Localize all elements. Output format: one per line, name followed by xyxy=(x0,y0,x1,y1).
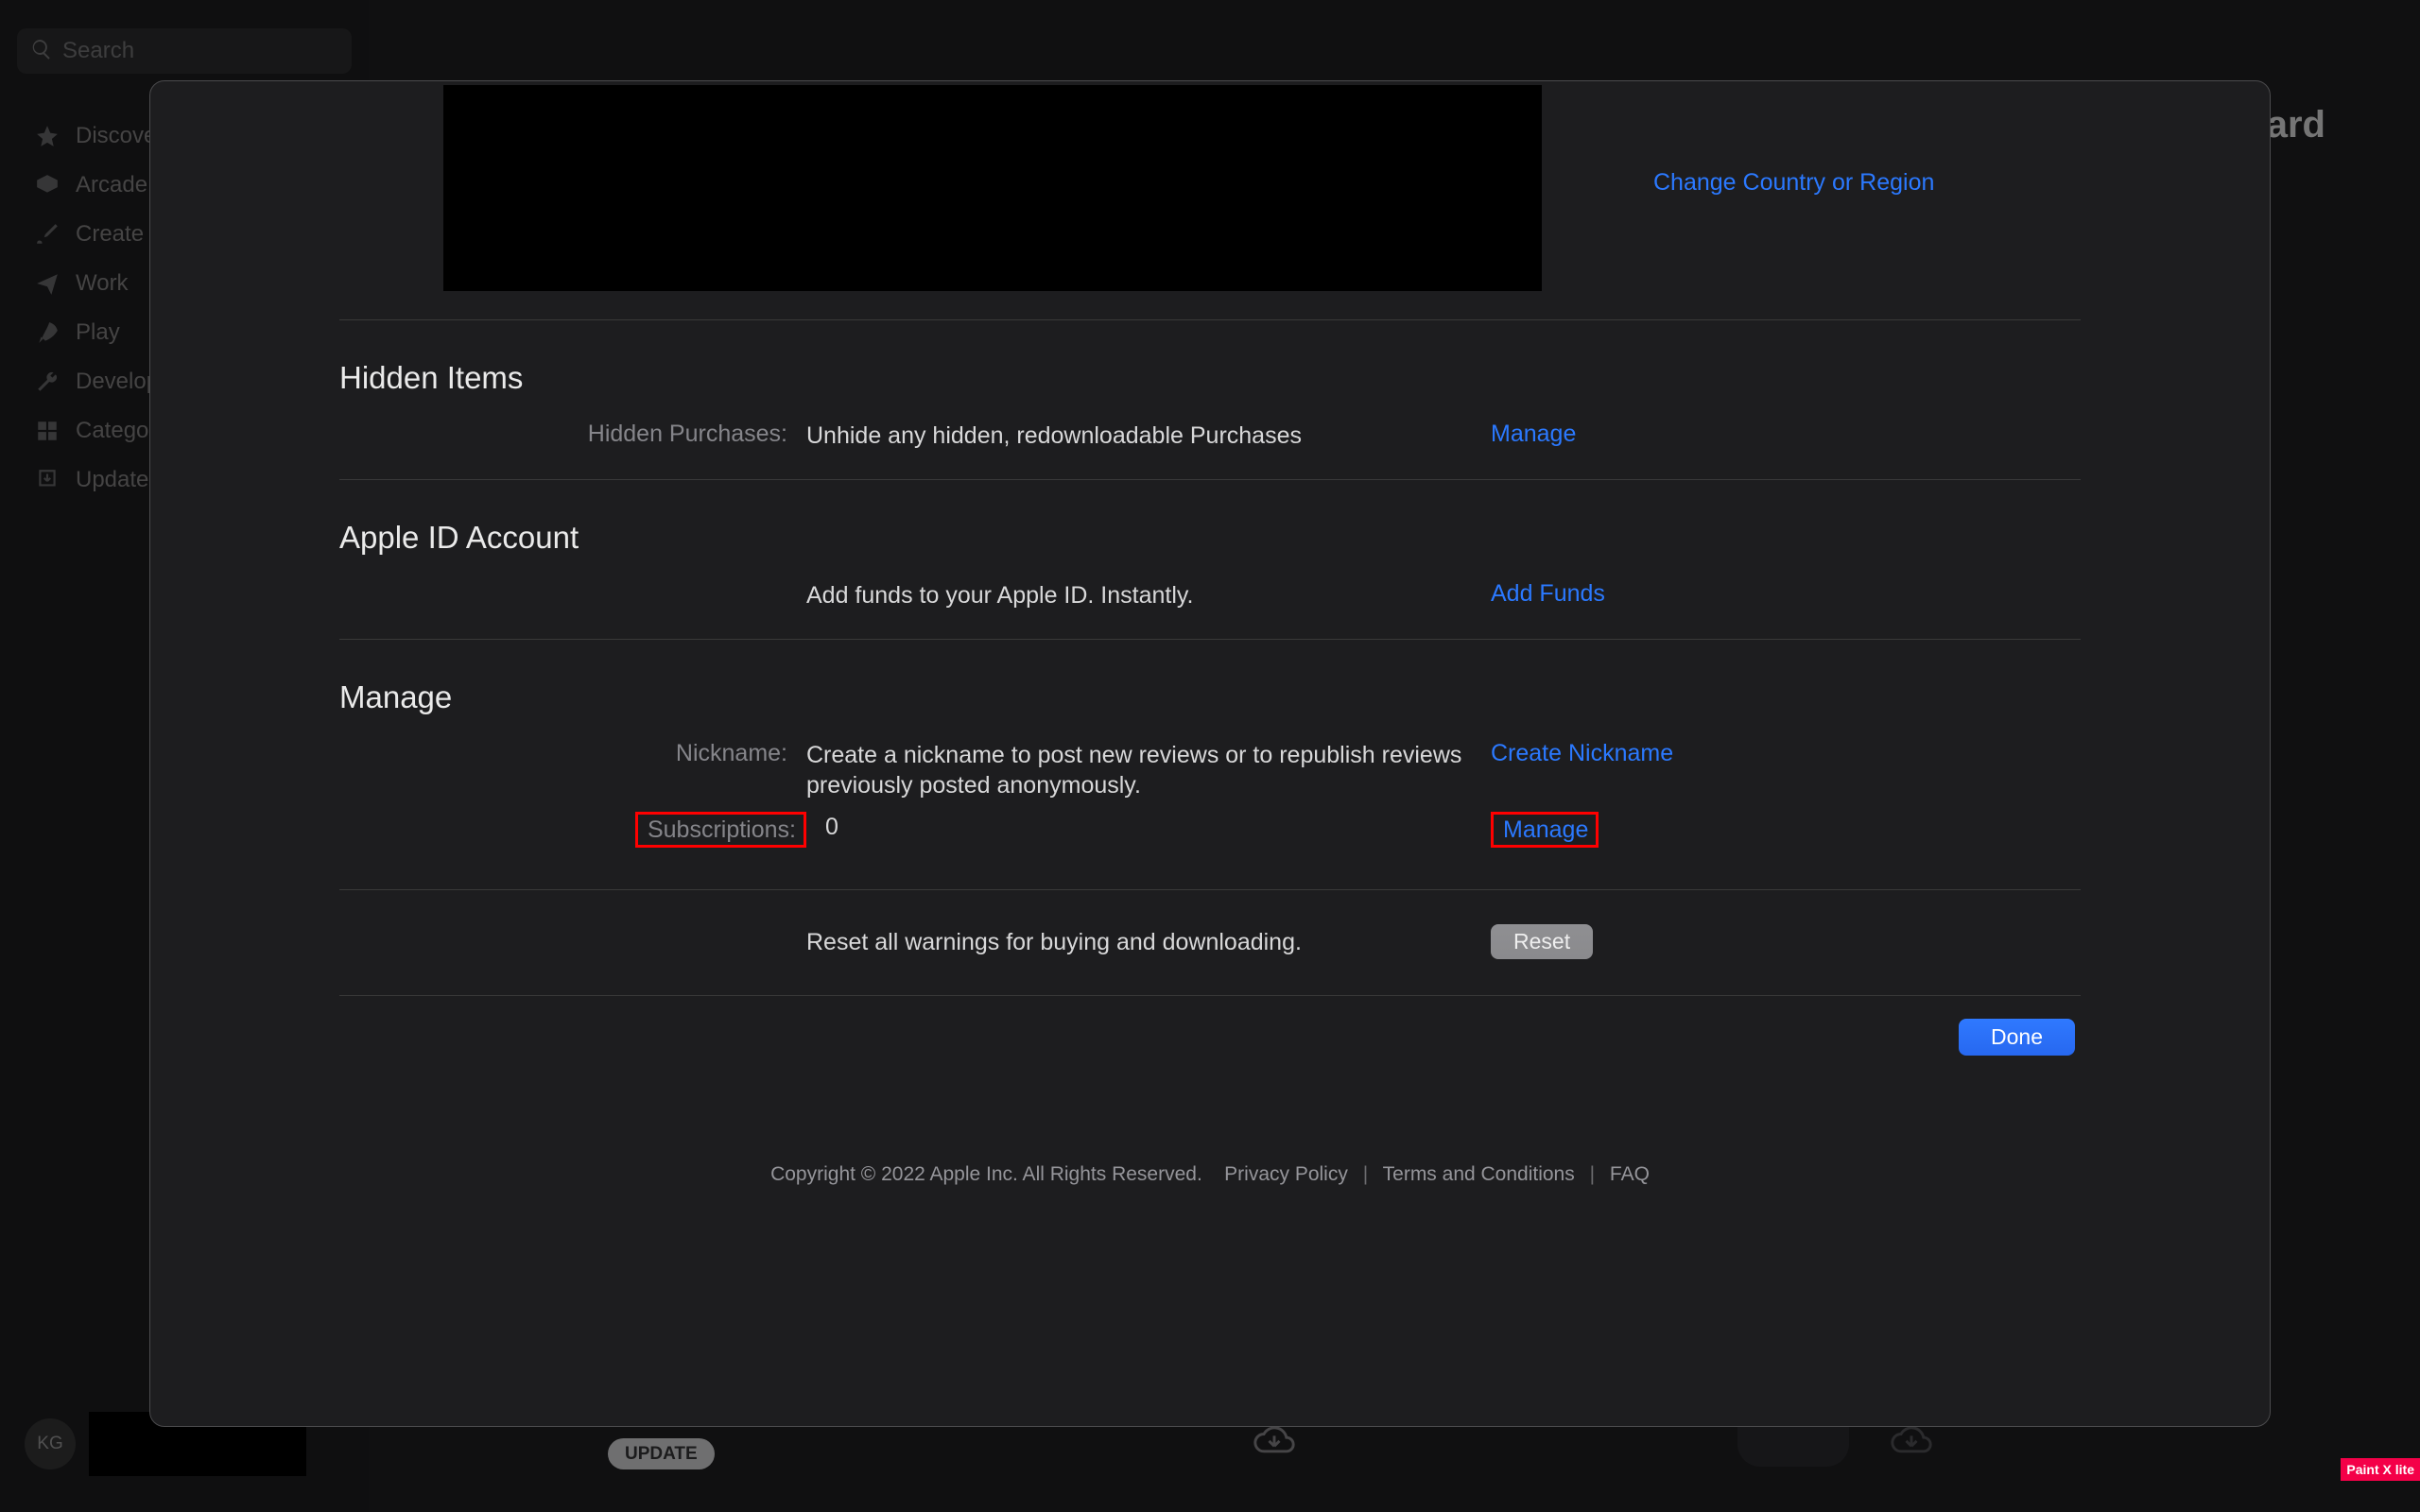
reset-button[interactable]: Reset xyxy=(1491,924,1593,959)
redacted-block xyxy=(443,85,1542,291)
done-button[interactable]: Done xyxy=(1959,1019,2075,1056)
copyright-text: Copyright © 2022 Apple Inc. All Rights R… xyxy=(770,1163,1202,1185)
section-title-hidden-items: Hidden Items xyxy=(339,360,2081,396)
modal-footer: Copyright © 2022 Apple Inc. All Rights R… xyxy=(339,1056,2081,1207)
watermark-badge: Paint X lite xyxy=(2341,1458,2420,1481)
faq-link[interactable]: FAQ xyxy=(1610,1163,1650,1185)
nickname-desc: Create a nickname to post new reviews or… xyxy=(806,740,1468,800)
add-funds-link[interactable]: Add Funds xyxy=(1491,580,1605,607)
hidden-purchases-desc: Unhide any hidden, redownloadable Purcha… xyxy=(806,421,1468,451)
manage-subscriptions-link[interactable]: Manage xyxy=(1503,816,1588,843)
privacy-policy-link[interactable]: Privacy Policy xyxy=(1224,1163,1348,1185)
reset-warnings-desc: Reset all warnings for buying and downlo… xyxy=(806,927,1468,957)
subscriptions-label-highlighted: Subscriptions: xyxy=(635,812,806,848)
manage-hidden-purchases-link[interactable]: Manage xyxy=(1491,421,1576,447)
create-nickname-link[interactable]: Create Nickname xyxy=(1491,740,1673,766)
subscriptions-manage-highlighted: Manage xyxy=(1491,812,1599,848)
account-settings-modal: Change Country or Region Hidden Items Hi… xyxy=(149,80,2271,1427)
section-title-manage: Manage xyxy=(339,679,2081,715)
nickname-label: Nickname: xyxy=(339,740,806,767)
hidden-purchases-label: Hidden Purchases: xyxy=(339,421,806,448)
terms-link[interactable]: Terms and Conditions xyxy=(1383,1163,1575,1185)
section-title-apple-id: Apple ID Account xyxy=(339,520,2081,556)
add-funds-desc: Add funds to your Apple ID. Instantly. xyxy=(806,580,1468,610)
change-country-link[interactable]: Change Country or Region xyxy=(1653,169,1934,197)
subscriptions-count: 0 xyxy=(806,812,1468,842)
